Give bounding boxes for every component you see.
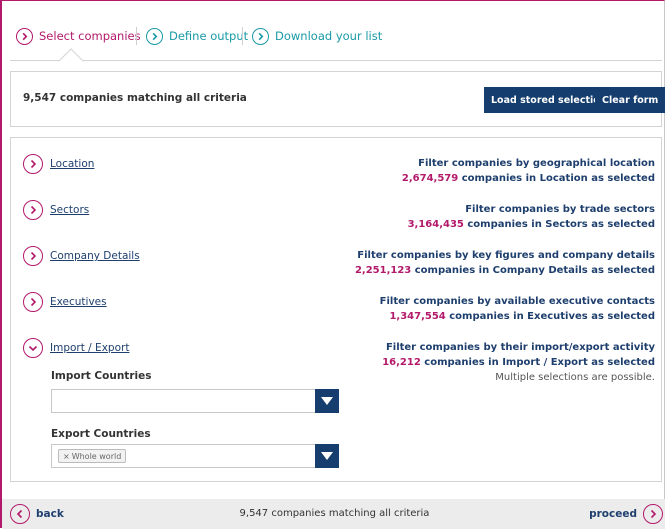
- step-define-output[interactable]: Define output: [146, 25, 248, 47]
- tag-remove-icon[interactable]: ×: [63, 452, 70, 461]
- filter-note: Multiple selections are possible.: [495, 372, 655, 383]
- caret-down-icon[interactable]: [315, 444, 339, 468]
- footer-navigation: back 9,547 companies matching all criter…: [2, 499, 665, 529]
- chevron-down-circle-icon: [23, 338, 43, 358]
- filter-count: 2,674,579: [401, 173, 459, 184]
- filter-toggle[interactable]: Executives: [23, 292, 107, 312]
- match-count-text: 9,547 companies matching all criteria: [23, 92, 247, 104]
- chevron-right-circle-icon: [643, 504, 663, 524]
- filter-toggle[interactable]: Import / Export: [23, 338, 129, 358]
- chevron-right-circle-icon: [23, 154, 43, 174]
- filter-panel: Location Filter companies by geographica…: [10, 137, 662, 482]
- footer-match-count: 9,547 companies matching all criteria: [239, 508, 430, 519]
- chevron-right-circle-icon: [23, 200, 43, 220]
- step-navigation: Select companies Define output Download …: [10, 11, 662, 74]
- filter-count-suffix: companies in Sectors as selected: [467, 219, 655, 230]
- filter-title: Filter companies by their import/export …: [385, 342, 655, 353]
- filter-link-import-export[interactable]: Import / Export: [50, 342, 129, 354]
- filter-link-company-details[interactable]: Company Details: [50, 250, 140, 262]
- filter-link-executives[interactable]: Executives: [50, 296, 107, 308]
- proceed-label: proceed: [589, 508, 637, 520]
- step-label: Select companies: [39, 29, 141, 43]
- filter-count-suffix: companies in Executives as selected: [449, 311, 655, 322]
- filter-summary: Filter companies by trade sectors 3,164,…: [408, 202, 655, 232]
- step-download-list[interactable]: Download your list: [252, 25, 382, 47]
- step-divider: [136, 27, 137, 45]
- filter-count: 1,347,554: [389, 311, 446, 322]
- filter-link-sectors[interactable]: Sectors: [50, 204, 89, 216]
- tag-label: Whole world: [71, 451, 122, 461]
- export-countries-select[interactable]: × Whole world: [51, 444, 339, 468]
- filter-summary: Filter companies by their import/export …: [382, 340, 655, 385]
- caret-down-icon[interactable]: [315, 389, 339, 413]
- export-countries-label: Export Countries: [51, 428, 151, 440]
- filter-count: 3,164,435: [407, 219, 464, 230]
- chevron-right-circle-icon: [23, 246, 43, 266]
- filter-count-line: 16,212 companies in Import / Export as s…: [382, 355, 655, 370]
- step-label: Define output: [169, 29, 249, 43]
- filter-count-suffix: companies in Import / Export as selected: [424, 357, 655, 368]
- page-frame: Select companies Define output Download …: [0, 0, 665, 529]
- chevron-right-circle-icon: [23, 292, 43, 312]
- chevron-right-circle-icon: [16, 27, 33, 45]
- filter-title: Filter companies by key figures and comp…: [357, 250, 655, 261]
- filter-title: Filter companies by geographical locatio…: [418, 158, 655, 169]
- step-divider: [242, 27, 243, 45]
- proceed-button[interactable]: proceed: [589, 504, 663, 524]
- filter-summary: Filter companies by key figures and comp…: [355, 248, 655, 278]
- filter-toggle[interactable]: Company Details: [23, 246, 140, 266]
- filter-count: 16,212: [382, 357, 421, 368]
- filter-count-line: 2,674,579 companies in Location as selec…: [402, 171, 655, 186]
- match-summary-bar: 9,547 companies matching all criteria Lo…: [10, 71, 665, 127]
- chevron-right-circle-icon: [146, 27, 163, 45]
- filter-count-suffix: companies in Location as selected: [461, 173, 655, 184]
- filter-count-line: 2,251,123 companies in Company Details a…: [355, 263, 655, 278]
- filter-toggle[interactable]: Location: [23, 154, 94, 174]
- filter-title: Filter companies by trade sectors: [465, 204, 655, 215]
- active-step-pointer: [58, 48, 84, 74]
- import-countries-label: Import Countries: [51, 370, 152, 382]
- filter-toggle[interactable]: Sectors: [23, 200, 89, 220]
- filter-summary: Filter companies by geographical locatio…: [402, 156, 655, 186]
- filter-summary: Filter companies by available executive …: [380, 294, 655, 324]
- filter-count-suffix: companies in Company Details as selected: [414, 265, 655, 276]
- step-select-companies[interactable]: Select companies: [16, 25, 141, 47]
- filter-count-line: 3,164,435 companies in Sectors as select…: [408, 217, 655, 232]
- selected-tag: × Whole world: [58, 449, 127, 463]
- step-label: Download your list: [275, 29, 383, 43]
- filter-count: 2,251,123: [354, 265, 412, 276]
- clear-form-button[interactable]: Clear form: [595, 87, 665, 113]
- filter-title: Filter companies by available executive …: [379, 296, 655, 307]
- filter-link-location[interactable]: Location: [50, 158, 94, 170]
- import-countries-select[interactable]: [51, 389, 339, 413]
- chevron-right-circle-icon: [252, 27, 269, 45]
- filter-count-line: 1,347,554 companies in Executives as sel…: [380, 309, 655, 324]
